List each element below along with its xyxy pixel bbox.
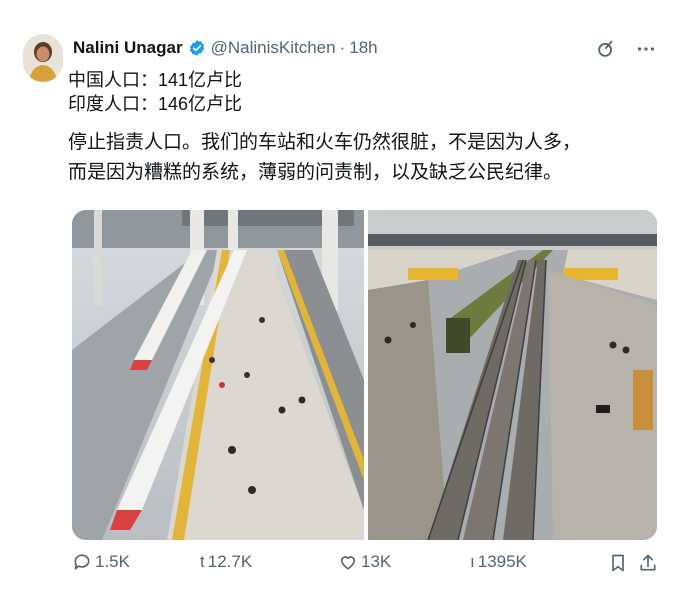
high-speed-train-station-photo[interactable] — [72, 210, 364, 540]
bookmark-button[interactable] — [608, 552, 628, 574]
views-button[interactable]: ı 1395K — [470, 552, 527, 572]
reply-count: 1.5K — [95, 552, 130, 571]
repost-button[interactable]: t 12.7K — [200, 552, 252, 572]
share-button[interactable] — [638, 552, 658, 574]
author-handle[interactable]: @NalinisKitchen — [211, 38, 336, 58]
tweet: Nalini Unagar @NalinisKitchen · 18h 中国人口… — [0, 0, 690, 610]
reply-icon — [72, 552, 92, 572]
more-icon[interactable] — [635, 38, 657, 60]
post-paragraph-line-1: 停止指责人口。我们的车站和火车仍然很脏，不是因为人多， — [68, 132, 582, 153]
reply-button[interactable]: 1.5K — [72, 552, 130, 572]
like-button[interactable]: 13K — [338, 552, 391, 572]
avatar[interactable] — [23, 34, 63, 82]
tweet-top-actions — [595, 38, 657, 60]
post-time[interactable]: 18h — [349, 38, 377, 58]
post-paragraph: 停止指责人口。我们的车站和火车仍然很脏，不是因为人多， 而是因为糟糕的系统，薄弱… — [68, 128, 648, 188]
separator-dot: · — [339, 38, 346, 57]
views-count: 1395K — [477, 552, 527, 571]
post-paragraph-line-2: 而是因为糟糕的系统，薄弱的问责制，以及缺乏公民纪律。 — [68, 162, 563, 183]
verified-badge-icon — [188, 39, 206, 57]
like-count: 13K — [361, 552, 392, 571]
views-icon: ı — [470, 552, 475, 571]
share-icon — [638, 552, 658, 574]
author-name[interactable]: Nalini Unagar — [73, 38, 183, 58]
repost-icon: t — [200, 552, 205, 571]
bookmark-icon — [608, 552, 628, 574]
heart-icon — [338, 552, 358, 572]
tweet-header: Nalini Unagar @NalinisKitchen · 18h — [73, 38, 378, 58]
old-railway-station-photo[interactable] — [368, 210, 657, 540]
post-text-line-2: 印度人口：146亿卢比 — [68, 94, 243, 114]
media-grid — [72, 210, 657, 540]
repost-count: 12.7K — [207, 552, 253, 571]
action-bar: 1.5K t 12.7K 13K ı 1395K — [72, 552, 662, 580]
post-text-line-1: 中国人口：141亿卢比 — [68, 70, 243, 90]
grok-icon[interactable] — [595, 38, 617, 60]
